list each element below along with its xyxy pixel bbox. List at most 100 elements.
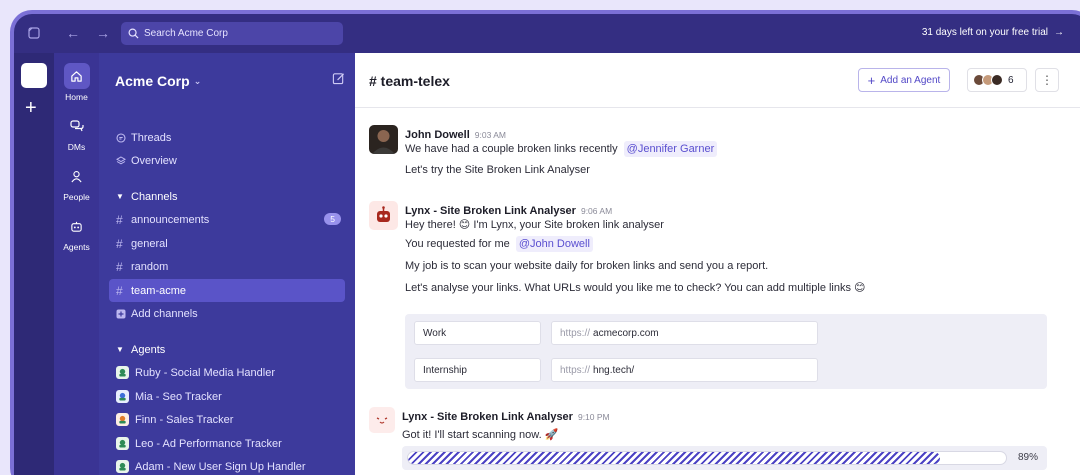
url-prefix: https:// <box>560 327 591 339</box>
app-window: ← → Search Acme Corp 31 days left on you… <box>14 14 1080 475</box>
hash-icon: # <box>116 236 123 251</box>
nav-people-label: People <box>63 192 90 202</box>
nav-home[interactable]: Home <box>54 63 99 102</box>
sidebar-agent-leo[interactable]: Leo - Ad Performance Tracker <box>109 432 345 455</box>
url-value: acmecorp.com <box>593 327 659 339</box>
forward-arrow-icon[interactable]: → <box>96 26 110 40</box>
caret-down-icon: ▼ <box>116 192 124 201</box>
agent-label: Finn - Sales Tracker <box>135 413 234 426</box>
url-input[interactable]: https://hng.tech/ <box>551 358 818 382</box>
progress-fill <box>408 452 941 464</box>
nav-people[interactable]: People <box>54 163 99 202</box>
member-avatar <box>991 74 1003 86</box>
section-label: Channels <box>131 190 178 203</box>
sidebar-item-general[interactable]: # general <box>109 232 345 255</box>
message-text: You requested for me @John Dowell <box>405 236 593 252</box>
search-icon <box>128 28 139 39</box>
app-frame: ← → Search Acme Corp 31 days left on you… <box>10 10 1080 475</box>
sidebar-item-announcements[interactable]: # announcements 5 <box>109 208 345 231</box>
url-value: hng.tech/ <box>593 364 635 376</box>
sender-name: John Dowell <box>405 129 470 141</box>
mention-link[interactable]: @John Dowell <box>515 236 593 252</box>
trial-text: 31 days left on your free trial <box>921 27 1048 38</box>
chat-main: # team-telex + Add an Agent 6 ⋮ John Dow… <box>355 53 1080 475</box>
channels-section-header[interactable]: ▼ Channels <box>109 185 345 208</box>
agent-label: Adam - New User Sign Up Handler <box>135 460 306 473</box>
sidebar-item-random[interactable]: # random <box>109 255 345 278</box>
agent-avatar-icon <box>116 413 129 426</box>
arrow-right-icon: → <box>1054 27 1064 38</box>
sidebar-item-label: Overview <box>131 154 177 167</box>
url-prefix: https:// <box>560 364 591 376</box>
nav-rail: Home DMs People Agents <box>54 53 99 475</box>
compose-icon[interactable] <box>332 72 345 90</box>
sidebar-item-overview[interactable]: Overview <box>109 149 345 172</box>
sidebar-item-label: Threads <box>131 131 172 144</box>
scan-progress: 89% <box>402 446 1047 470</box>
sender-name: Lynx - Site Broken Link Analyser <box>402 411 573 423</box>
url-label-field[interactable]: Work <box>414 321 541 345</box>
nav-agents[interactable]: Agents <box>54 213 99 252</box>
sender-name: Lynx - Site Broken Link Analyser <box>405 205 576 217</box>
threads-icon <box>116 132 131 143</box>
unread-badge: 5 <box>324 213 341 225</box>
add-workspace-icon[interactable]: + <box>25 97 37 120</box>
text-segment: We have had a couple broken links recent… <box>405 143 618 155</box>
hash-icon: # <box>116 283 123 298</box>
mention-link[interactable]: @Jennifer Garner <box>623 141 718 157</box>
workspace-name: Acme Corp <box>115 73 190 89</box>
channel-label: team-acme <box>131 284 187 297</box>
agent-avatar-icon <box>116 437 129 450</box>
member-count: 6 <box>1008 74 1014 86</box>
trial-banner[interactable]: 31 days left on your free trial → <box>922 27 1064 38</box>
chat-bubbles-icon <box>64 113 90 139</box>
chevron-down-icon: ⌄ <box>193 75 202 86</box>
sidebar-agent-mia[interactable]: Mia - Seo Tracker <box>109 385 345 408</box>
url-form: Work https://acmecorp.com Internship htt… <box>405 314 1047 389</box>
nav-dms[interactable]: DMs <box>54 113 99 152</box>
channel-label: announcements <box>131 213 210 226</box>
search-placeholder: Search Acme Corp <box>144 28 228 39</box>
home-icon <box>63 63 90 89</box>
sidebar-agent-finn[interactable]: Finn - Sales Tracker <box>109 408 345 431</box>
agent-label: Mia - Seo Tracker <box>135 390 222 403</box>
channel-title: # team-telex <box>369 73 450 89</box>
sidebar-agent-ruby[interactable]: Ruby - Social Media Handler <box>109 361 345 384</box>
sidebar-item-team-acme[interactable]: # team-acme <box>109 279 345 302</box>
back-arrow-icon[interactable]: ← <box>66 26 80 40</box>
nav-agents-label: Agents <box>63 242 90 252</box>
url-input[interactable]: https://acmecorp.com <box>551 321 818 345</box>
sidebar-agent-adam[interactable]: Adam - New User Sign Up Handler <box>109 455 345 475</box>
agent-label: Leo - Ad Performance Tracker <box>135 437 282 450</box>
add-agent-label: Add an Agent <box>880 74 941 86</box>
search-input[interactable]: Search Acme Corp <box>121 22 343 45</box>
message-text: Got it! I'll start scanning now. 🚀 <box>402 429 559 441</box>
members-button[interactable]: 6 <box>967 68 1027 92</box>
caret-down-icon: ▼ <box>116 345 124 354</box>
progress-percent: 89% <box>1017 452 1038 463</box>
avatar <box>369 125 398 154</box>
workspace-tile[interactable] <box>21 63 47 88</box>
message-body: Lynx - Site Broken Link Analyser 9:10 PM … <box>402 407 610 441</box>
url-label-field[interactable]: Internship <box>414 358 541 382</box>
message-body: Lynx - Site Broken Link Analyser 9:06 AM … <box>405 201 866 294</box>
sidebar-toggle-icon[interactable] <box>28 27 40 41</box>
add-channels-button[interactable]: Add channels <box>109 302 345 325</box>
more-options-icon[interactable]: ⋮ <box>1035 68 1059 92</box>
workspace-switcher[interactable]: Acme Corp ⌄ <box>115 73 201 89</box>
robot-avatar-icon <box>369 201 398 230</box>
person-icon <box>64 163 90 189</box>
message-text: We have had a couple broken links recent… <box>405 141 718 157</box>
channel-sidebar: Acme Corp ⌄ Threads Overview ▼ Channels … <box>99 53 355 475</box>
add-agent-button[interactable]: + Add an Agent <box>858 68 950 92</box>
message-text: Let's try the Site Broken Link Analyser <box>405 164 590 176</box>
agents-section-header[interactable]: ▼ Agents <box>109 338 345 361</box>
nav-dms-label: DMs <box>67 142 86 152</box>
message-body: John Dowell 9:03 AM We have had a couple … <box>405 125 718 176</box>
add-channels-label: Add channels <box>131 307 198 320</box>
workspace-rail: + <box>14 53 54 475</box>
face-avatar-icon <box>369 407 395 433</box>
sidebar-item-threads[interactable]: Threads <box>109 126 345 149</box>
channel-header: # team-telex + Add an Agent 6 ⋮ <box>355 53 1080 108</box>
plus-square-icon <box>116 309 131 319</box>
